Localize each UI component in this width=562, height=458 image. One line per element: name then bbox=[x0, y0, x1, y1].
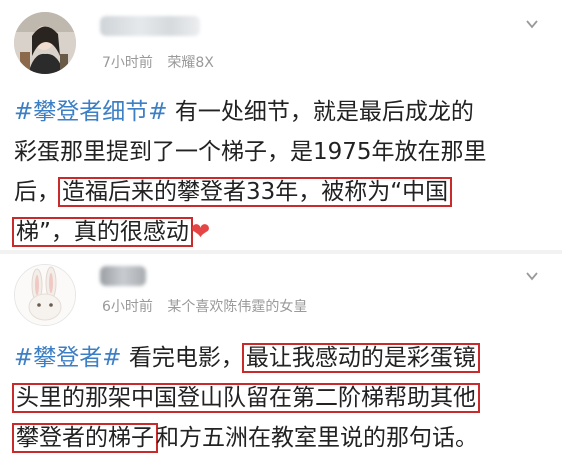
text-line: 后，造福后来的攀登者33年，被称为“中国 bbox=[14, 172, 487, 212]
hashtag-link[interactable]: #攀登者# bbox=[14, 345, 122, 371]
post-time: 6小时前 bbox=[102, 299, 153, 315]
post-source: 荣耀8X bbox=[167, 55, 214, 71]
comment-text: #攀登者# 看完电影，最让我感动的是彩蛋镜 头里的那架中国登山队留在第二阶梯帮助… bbox=[12, 338, 480, 458]
hashtag-link[interactable]: #攀登者细节# bbox=[14, 99, 168, 125]
heart-emoji-icon: ❤ bbox=[190, 219, 211, 245]
highlighted-text: 造福后来的攀登者33年，被称为“中国 bbox=[58, 177, 453, 207]
user-photo-icon bbox=[14, 12, 76, 74]
rabbit-avatar-icon bbox=[15, 265, 75, 325]
text-span: 后， bbox=[14, 179, 60, 205]
text-line: 头里的那架中国登山队留在第二阶梯帮助其他 bbox=[12, 378, 480, 418]
text-line: #攀登者# 看完电影，最让我感动的是彩蛋镜 bbox=[14, 338, 480, 378]
post-source: 某个喜欢陈伟霆的女皇 bbox=[167, 299, 308, 315]
text-span: 彩蛋那里提到了一个梯子，是1975年放在那里 bbox=[14, 139, 487, 165]
highlighted-text: 头里的那架中国登山队留在第二阶梯帮助其他 bbox=[12, 383, 480, 413]
post-meta: 7小时前 荣耀8X bbox=[102, 52, 224, 72]
text-line: 梯”，真的很感动❤ bbox=[12, 212, 487, 252]
avatar[interactable] bbox=[14, 264, 76, 326]
chevron-down-icon[interactable] bbox=[524, 268, 540, 284]
text-line: #攀登者细节# 有一处细节，就是最后成龙的 bbox=[14, 92, 487, 132]
highlighted-text: 最让我感动的是彩蛋镜 bbox=[241, 343, 480, 373]
text-span: 和方五洲在教室里说的那句话。 bbox=[156, 425, 478, 451]
username-blurred[interactable] bbox=[100, 16, 200, 36]
text-span: 有一处细节，就是最后成龙的 bbox=[167, 99, 474, 125]
post-time: 7小时前 bbox=[102, 55, 153, 71]
chevron-down-icon[interactable] bbox=[524, 16, 540, 32]
comment-item: 7小时前 荣耀8X #攀登者细节# 有一处细节，就是最后成龙的 彩蛋那里提到了一… bbox=[0, 0, 562, 252]
highlighted-text: 攀登者的梯子 bbox=[12, 423, 158, 453]
highlighted-text: 梯”，真的很感动 bbox=[12, 217, 193, 247]
text-span: 看完电影， bbox=[121, 345, 244, 371]
username-blurred[interactable] bbox=[100, 266, 146, 286]
avatar[interactable] bbox=[14, 12, 76, 74]
comment-item: 6小时前 某个喜欢陈伟霆的女皇 #攀登者# 看完电影，最让我感动的是彩蛋镜 头里… bbox=[0, 252, 562, 455]
comment-text: #攀登者细节# 有一处细节，就是最后成龙的 彩蛋那里提到了一个梯子，是1975年… bbox=[12, 92, 487, 252]
text-line: 攀登者的梯子和方五洲在教室里说的那句话。 bbox=[12, 418, 478, 458]
text-line: 彩蛋那里提到了一个梯子，是1975年放在那里 bbox=[14, 132, 487, 172]
post-meta: 6小时前 某个喜欢陈伟霆的女皇 bbox=[102, 296, 317, 316]
